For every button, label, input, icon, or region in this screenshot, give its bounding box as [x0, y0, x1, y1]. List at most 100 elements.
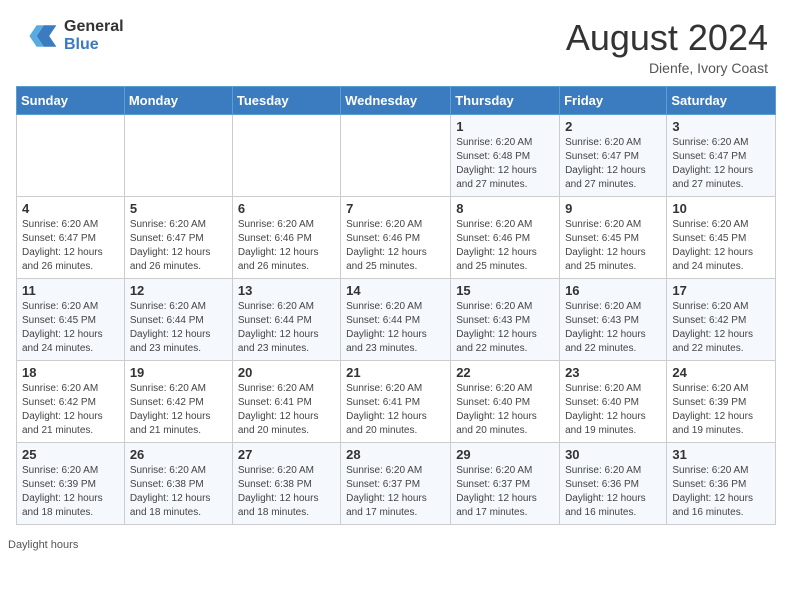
day-cell: 21 Sunrise: 6:20 AM Sunset: 6:41 PM Dayli… [341, 360, 451, 442]
day-number: 25 [22, 447, 119, 462]
day-info: Sunrise: 6:20 AM Sunset: 6:42 PM Dayligh… [130, 382, 227, 438]
day-number: 21 [346, 365, 445, 380]
day-cell [124, 114, 232, 196]
day-number: 11 [22, 283, 119, 298]
day-cell: 13Sunrise: 6:20 AM Sunset: 6:44 PM Dayli… [232, 278, 340, 360]
day-info: Sunrise: 6:20 AM Sunset: 6:45 PM Dayligh… [22, 300, 119, 356]
day-cell: 4 Sunrise: 6:20 AM Sunset: 6:47 PM Daylig… [17, 196, 125, 278]
day-number: 17 [672, 283, 770, 298]
day-info: Sunrise: 6:20 AM Sunset: 6:40 PM Dayligh… [456, 382, 554, 438]
week-row-3: 11 Sunrise: 6:20 AM Sunset: 6:45 PM Dayli… [17, 278, 776, 360]
day-number: 4 [22, 201, 119, 216]
logo-icon [24, 18, 60, 54]
day-info: Sunrise: 6:20 AM Sunset: 6:45 PM Dayligh… [672, 218, 770, 274]
day-cell: 31 Sunrise: 6:20 AM Sunset: 6:36 PM Dayli… [667, 442, 776, 524]
day-cell: 27 Sunrise: 6:20 AM Sunset: 6:38 PM Dayli… [232, 442, 340, 524]
day-cell: 6Sunrise: 6:20 AM Sunset: 6:46 PM Daylig… [232, 196, 340, 278]
day-info: Sunrise: 6:20 AM Sunset: 6:42 PM Dayligh… [672, 300, 770, 356]
day-number: 7 [346, 201, 445, 216]
header-friday: Friday [560, 86, 667, 114]
day-cell: 28Sunrise: 6:20 AM Sunset: 6:37 PM Dayli… [341, 442, 451, 524]
header-tuesday: Tuesday [232, 86, 340, 114]
day-info: Sunrise: 6:20 AM Sunset: 6:41 PM Dayligh… [346, 382, 445, 438]
logo-general-text: General [64, 18, 124, 36]
day-info: Sunrise: 6:20 AM Sunset: 6:44 PM Dayligh… [238, 300, 335, 356]
day-cell: 24 Sunrise: 6:20 AM Sunset: 6:39 PM Dayli… [667, 360, 776, 442]
day-cell: 18Sunrise: 6:20 AM Sunset: 6:42 PM Dayli… [17, 360, 125, 442]
day-number: 16 [565, 283, 661, 298]
day-number: 1 [456, 119, 554, 134]
day-cell: 29Sunrise: 6:20 AM Sunset: 6:37 PM Dayli… [451, 442, 560, 524]
day-info: Sunrise: 6:20 AM Sunset: 6:36 PM Dayligh… [565, 464, 661, 520]
location-subtitle: Dienfe, Ivory Coast [566, 60, 768, 76]
day-number: 27 [238, 447, 335, 462]
day-number: 29 [456, 447, 554, 462]
day-info: Sunrise: 6:20 AM Sunset: 6:39 PM Dayligh… [22, 464, 119, 520]
day-cell: 2 Sunrise: 6:20 AM Sunset: 6:47 PM Daylig… [560, 114, 667, 196]
day-cell: 10Sunrise: 6:20 AM Sunset: 6:45 PM Dayli… [667, 196, 776, 278]
day-cell: 23 Sunrise: 6:20 AM Sunset: 6:40 PM Dayli… [560, 360, 667, 442]
day-number: 6 [238, 201, 335, 216]
day-info: Sunrise: 6:20 AM Sunset: 6:47 PM Dayligh… [22, 218, 119, 274]
day-number: 31 [672, 447, 770, 462]
header: General Blue August 2024 Dienfe, Ivory C… [0, 0, 792, 86]
day-number: 22 [456, 365, 554, 380]
day-number: 9 [565, 201, 661, 216]
day-cell: 14Sunrise: 6:20 AM Sunset: 6:44 PM Dayli… [341, 278, 451, 360]
header-monday: Monday [124, 86, 232, 114]
day-info: Sunrise: 6:20 AM Sunset: 6:40 PM Dayligh… [565, 382, 661, 438]
day-cell: 22 Sunrise: 6:20 AM Sunset: 6:40 PM Dayli… [451, 360, 560, 442]
month-year-title: August 2024 [566, 18, 768, 58]
day-number: 19 [130, 365, 227, 380]
weekday-header-row: Sunday Monday Tuesday Wednesday Thursday… [17, 86, 776, 114]
day-info: Sunrise: 6:20 AM Sunset: 6:36 PM Dayligh… [672, 464, 770, 520]
day-cell: 16 Sunrise: 6:20 AM Sunset: 6:43 PM Dayli… [560, 278, 667, 360]
day-number: 24 [672, 365, 770, 380]
day-cell: 15 Sunrise: 6:20 AM Sunset: 6:43 PM Dayli… [451, 278, 560, 360]
day-info: Sunrise: 6:20 AM Sunset: 6:48 PM Dayligh… [456, 136, 554, 192]
day-cell: 7 Sunrise: 6:20 AM Sunset: 6:46 PM Daylig… [341, 196, 451, 278]
day-number: 12 [130, 283, 227, 298]
header-saturday: Saturday [667, 86, 776, 114]
week-row-5: 25 Sunrise: 6:20 AM Sunset: 6:39 PM Dayli… [17, 442, 776, 524]
day-cell: 5 Sunrise: 6:20 AM Sunset: 6:47 PM Daylig… [124, 196, 232, 278]
day-info: Sunrise: 6:20 AM Sunset: 6:46 PM Dayligh… [346, 218, 445, 274]
week-row-4: 18 Sunrise: 6:20 AM Sunset: 6:42 PM Dayli… [17, 360, 776, 442]
footer: Daylight hours [0, 533, 792, 555]
day-cell [341, 114, 451, 196]
day-number: 20 [238, 365, 335, 380]
day-cell: 30 Sunrise: 6:20 AM Sunset: 6:36 PM Dayli… [560, 442, 667, 524]
day-info: Sunrise: 6:20 AM Sunset: 6:44 PM Dayligh… [346, 300, 445, 356]
day-cell: 3Sunrise: 6:20 AM Sunset: 6:47 PM Daylig… [667, 114, 776, 196]
day-info: Sunrise: 6:20 AM Sunset: 6:44 PM Dayligh… [130, 300, 227, 356]
day-cell [232, 114, 340, 196]
logo-text: General Blue [64, 18, 124, 53]
day-info: Sunrise: 6:20 AM Sunset: 6:45 PM Dayligh… [565, 218, 661, 274]
day-info: Sunrise: 6:20 AM Sunset: 6:47 PM Dayligh… [130, 218, 227, 274]
day-info: Sunrise: 6:20 AM Sunset: 6:38 PM Dayligh… [130, 464, 227, 520]
week-row-1: 1 Sunrise: 6:20 AM Sunset: 6:48 PM Daylig… [17, 114, 776, 196]
day-number: 5 [130, 201, 227, 216]
calendar-wrapper: Sunday Monday Tuesday Wednesday Thursday… [0, 86, 792, 533]
day-number: 26 [130, 447, 227, 462]
day-number: 28 [346, 447, 445, 462]
daylight-hours-label: Daylight hours [8, 539, 78, 551]
day-number: 23 [565, 365, 661, 380]
day-cell: 11 Sunrise: 6:20 AM Sunset: 6:45 PM Dayli… [17, 278, 125, 360]
day-info: Sunrise: 6:20 AM Sunset: 6:38 PM Dayligh… [238, 464, 335, 520]
day-number: 18 [22, 365, 119, 380]
day-number: 30 [565, 447, 661, 462]
header-wednesday: Wednesday [341, 86, 451, 114]
day-info: Sunrise: 6:20 AM Sunset: 6:43 PM Dayligh… [456, 300, 554, 356]
day-number: 8 [456, 201, 554, 216]
day-info: Sunrise: 6:20 AM Sunset: 6:43 PM Dayligh… [565, 300, 661, 356]
day-cell: 25 Sunrise: 6:20 AM Sunset: 6:39 PM Dayli… [17, 442, 125, 524]
week-row-2: 4 Sunrise: 6:20 AM Sunset: 6:47 PM Daylig… [17, 196, 776, 278]
header-thursday: Thursday [451, 86, 560, 114]
day-info: Sunrise: 6:20 AM Sunset: 6:39 PM Dayligh… [672, 382, 770, 438]
logo-blue-text: Blue [64, 36, 124, 54]
day-number: 15 [456, 283, 554, 298]
header-sunday: Sunday [17, 86, 125, 114]
day-info: Sunrise: 6:20 AM Sunset: 6:47 PM Dayligh… [565, 136, 661, 192]
day-number: 2 [565, 119, 661, 134]
